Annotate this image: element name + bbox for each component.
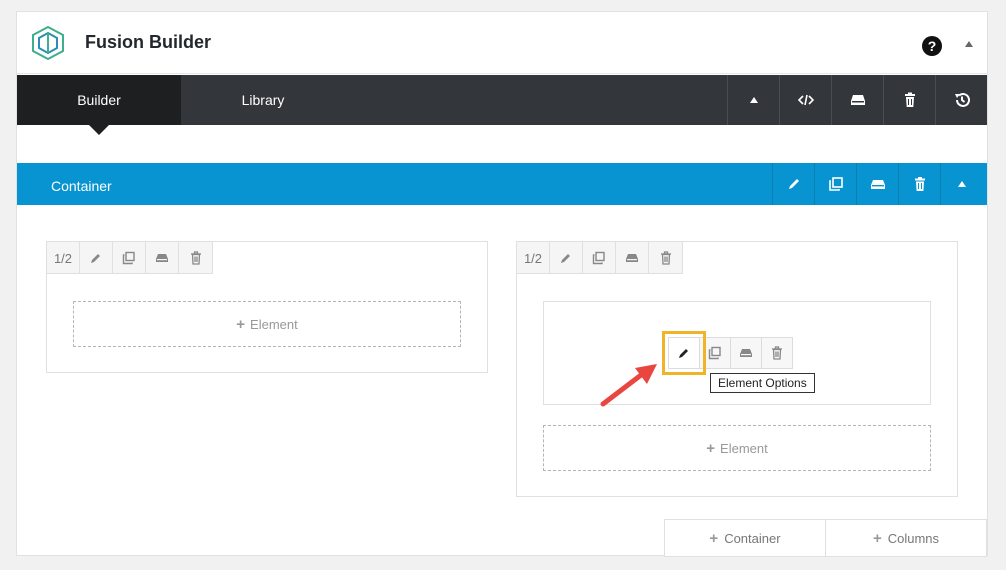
pencil-icon (679, 349, 688, 358)
container-title: Container (51, 178, 112, 194)
tab-library[interactable]: Library (181, 75, 345, 125)
history-icon (954, 92, 970, 107)
code-icon (797, 94, 814, 106)
column-edit-button[interactable] (550, 242, 583, 274)
column-left: 1/2 + Element (46, 241, 488, 373)
builder-tab-bar: Builder Library (17, 75, 987, 135)
save-template-button[interactable] (831, 75, 883, 125)
collapse-panel-icon[interactable] (965, 41, 973, 47)
save-icon (850, 95, 865, 105)
column-save-button[interactable] (616, 242, 649, 274)
help-icon[interactable]: ? (922, 36, 942, 56)
history-button[interactable] (935, 75, 987, 125)
container-edit-button[interactable] (772, 163, 814, 205)
column-right: 1/2 Element Options + Element (516, 241, 958, 497)
annotation-arrow-icon (600, 364, 657, 407)
element-save-button[interactable] (730, 337, 762, 369)
save-icon (870, 180, 885, 189)
element-delete-button[interactable] (761, 337, 793, 369)
pencil-icon (561, 254, 570, 263)
fusion-logo-icon (32, 25, 64, 61)
container-save-button[interactable] (856, 163, 898, 205)
trash-icon (904, 92, 915, 107)
trash-icon (190, 251, 201, 265)
clone-icon (708, 346, 721, 360)
column-delete-button[interactable] (649, 242, 682, 274)
save-icon (740, 349, 752, 357)
active-tab-pointer (89, 125, 109, 135)
column-toolbar: 1/2 (517, 242, 683, 274)
add-columns-label: Columns (887, 530, 940, 546)
clone-icon (828, 177, 843, 191)
delete-all-button[interactable] (883, 75, 935, 125)
element-options-button[interactable] (662, 331, 706, 375)
add-container-label: Container (724, 530, 781, 546)
column-save-button[interactable] (146, 242, 179, 274)
column-size-button[interactable]: 1/2 (47, 242, 80, 274)
pencil-icon (788, 179, 799, 189)
trash-icon (772, 346, 782, 360)
plus-icon: + (236, 315, 246, 333)
chevron-up-icon (957, 181, 966, 187)
pencil-icon (91, 254, 100, 263)
add-element-button[interactable]: + Element (543, 425, 931, 471)
save-icon (156, 254, 168, 262)
column-size-button[interactable]: 1/2 (517, 242, 550, 274)
trash-icon (660, 251, 671, 265)
column-toolbar: 1/2 (47, 242, 213, 274)
container-collapse-button[interactable] (940, 163, 982, 205)
plus-icon: + (709, 529, 719, 547)
column-edit-button[interactable] (80, 242, 113, 274)
save-icon (626, 254, 638, 262)
clone-icon (592, 251, 605, 265)
plus-icon: + (706, 439, 716, 457)
add-columns-button[interactable]: + Columns (825, 519, 987, 557)
add-element-label: Element (250, 316, 298, 332)
container-bar: Container (17, 163, 987, 205)
element-options-tooltip: Element Options (710, 373, 815, 393)
add-container-button[interactable]: + Container (664, 519, 826, 557)
trash-icon (914, 177, 925, 191)
builder-header: Fusion Builder ? (17, 12, 987, 74)
element-clone-button[interactable] (699, 337, 731, 369)
add-element-label: Element (720, 440, 768, 456)
column-clone-button[interactable] (113, 242, 146, 274)
container-clone-button[interactable] (814, 163, 856, 205)
plus-icon: + (872, 529, 882, 547)
clone-icon (122, 251, 135, 265)
add-element-button[interactable]: + Element (73, 301, 461, 347)
code-view-button[interactable] (779, 75, 831, 125)
tab-builder[interactable]: Builder (17, 75, 181, 125)
column-clone-button[interactable] (583, 242, 616, 274)
column-delete-button[interactable] (179, 242, 212, 274)
element-controls (662, 331, 793, 375)
chevron-up-icon (749, 97, 758, 103)
fusion-builder-panel: Fusion Builder ? Builder Library Contain… (16, 11, 988, 557)
container-delete-button[interactable] (898, 163, 940, 205)
app-title: Fusion Builder (85, 32, 211, 52)
collapse-all-button[interactable] (727, 75, 779, 125)
